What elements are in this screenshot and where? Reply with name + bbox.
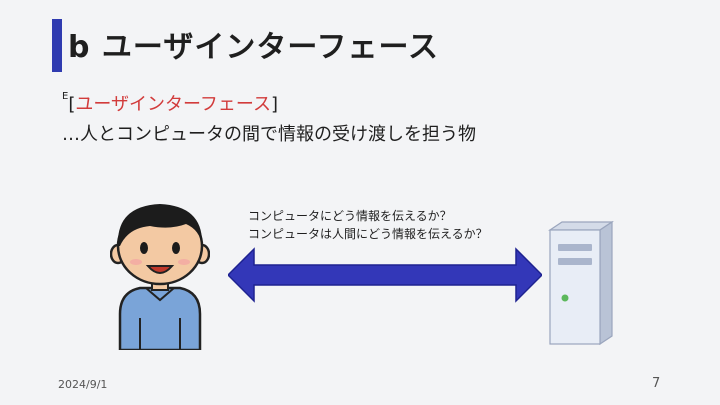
bracket-close: ] [271,94,279,115]
person-icon [110,204,210,350]
page-number: 7 [652,376,661,391]
term-highlight: ユーザインターフェース [75,94,272,115]
question-computer-output: コンピュータは人間にどう情報を伝えるか？ [248,227,488,241]
bidirectional-arrow-icon [228,247,542,303]
slide-title: b ユーザインターフェース [68,30,440,65]
definition-description: …人とコンピュータの間で情報の受け渡しを担う物 [62,124,476,145]
server-icon [548,220,614,346]
definition-line: E[ユーザインターフェース] [62,90,278,116]
question-computer-input: コンピュータにどう情報を伝えるか？ [248,209,452,223]
superscript-marker: E [62,91,69,102]
slide-date: 2024/9/1 [58,378,108,391]
title-accent-bar [52,19,62,72]
